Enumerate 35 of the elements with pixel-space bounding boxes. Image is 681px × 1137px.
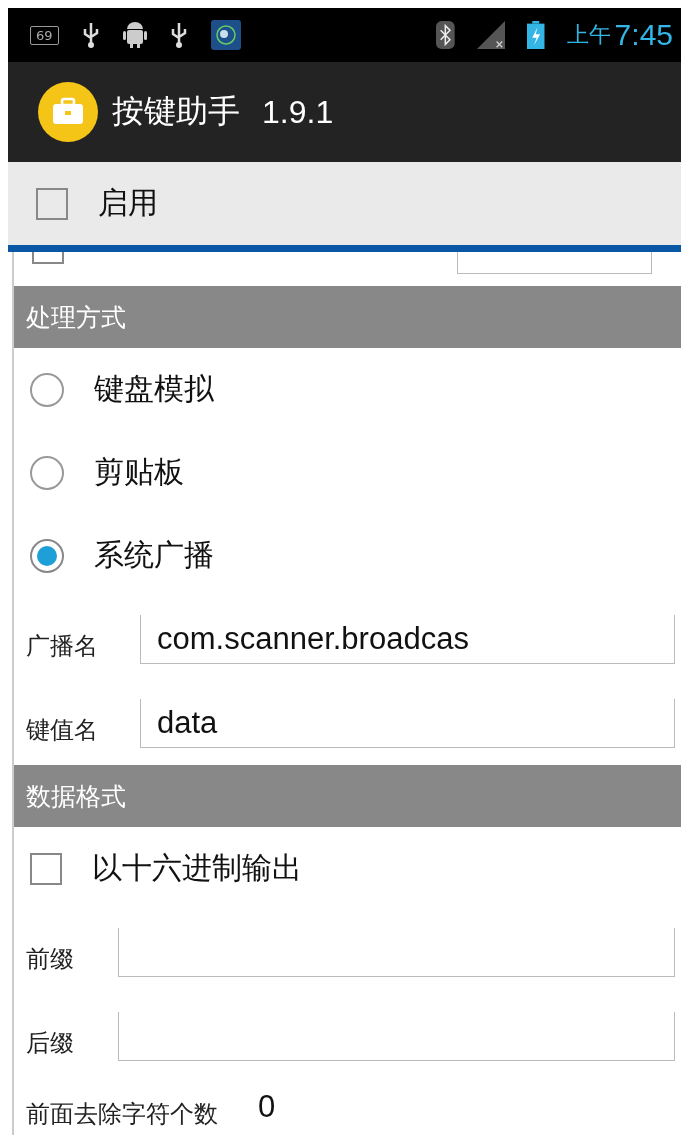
input-field[interactable] — [118, 1011, 675, 1061]
bluetooth-icon — [436, 21, 456, 49]
field-label: 键值名 — [26, 715, 99, 746]
option-label: 剪贴板 — [94, 453, 184, 491]
clock-time: 7:45 — [614, 18, 673, 52]
battery-icon — [527, 21, 545, 49]
section-header: 数据格式 — [14, 765, 681, 827]
input-field[interactable] — [457, 252, 652, 274]
checkbox[interactable] — [36, 187, 68, 220]
field-label: 前面去除字符个数 — [26, 1098, 218, 1130]
input-field[interactable] — [118, 927, 675, 977]
option-label: 以十六进制输出 — [92, 849, 302, 887]
android-icon — [122, 21, 147, 49]
checkbox[interactable] — [32, 252, 64, 264]
enable-label: 启用 — [98, 184, 158, 222]
notification-badge: 69 — [30, 25, 59, 45]
input-field[interactable]: data — [140, 698, 675, 748]
number-value: 0 — [258, 1088, 276, 1125]
signal-icon — [477, 21, 506, 49]
briefcase-icon — [38, 82, 98, 142]
radio-button[interactable] — [30, 372, 64, 407]
input-field[interactable]: com.scanner.broadcas — [140, 614, 675, 664]
section-header: 处理方式 — [14, 286, 681, 348]
checkbox[interactable] — [30, 852, 62, 885]
radio-button[interactable] — [30, 538, 64, 573]
clock-period: 上午 — [566, 21, 611, 49]
app-title: 按键助手 — [112, 91, 240, 132]
option-label: 系统广播 — [94, 536, 214, 574]
field-label: 后缀 — [26, 1028, 75, 1059]
radio-button[interactable] — [30, 455, 64, 490]
app-version: 1.9.1 — [262, 93, 334, 131]
app-icon — [210, 20, 241, 50]
field-label: 广播名 — [26, 631, 99, 662]
option-label: 键盘模拟 — [94, 370, 214, 408]
field-label: 前缀 — [26, 944, 75, 975]
